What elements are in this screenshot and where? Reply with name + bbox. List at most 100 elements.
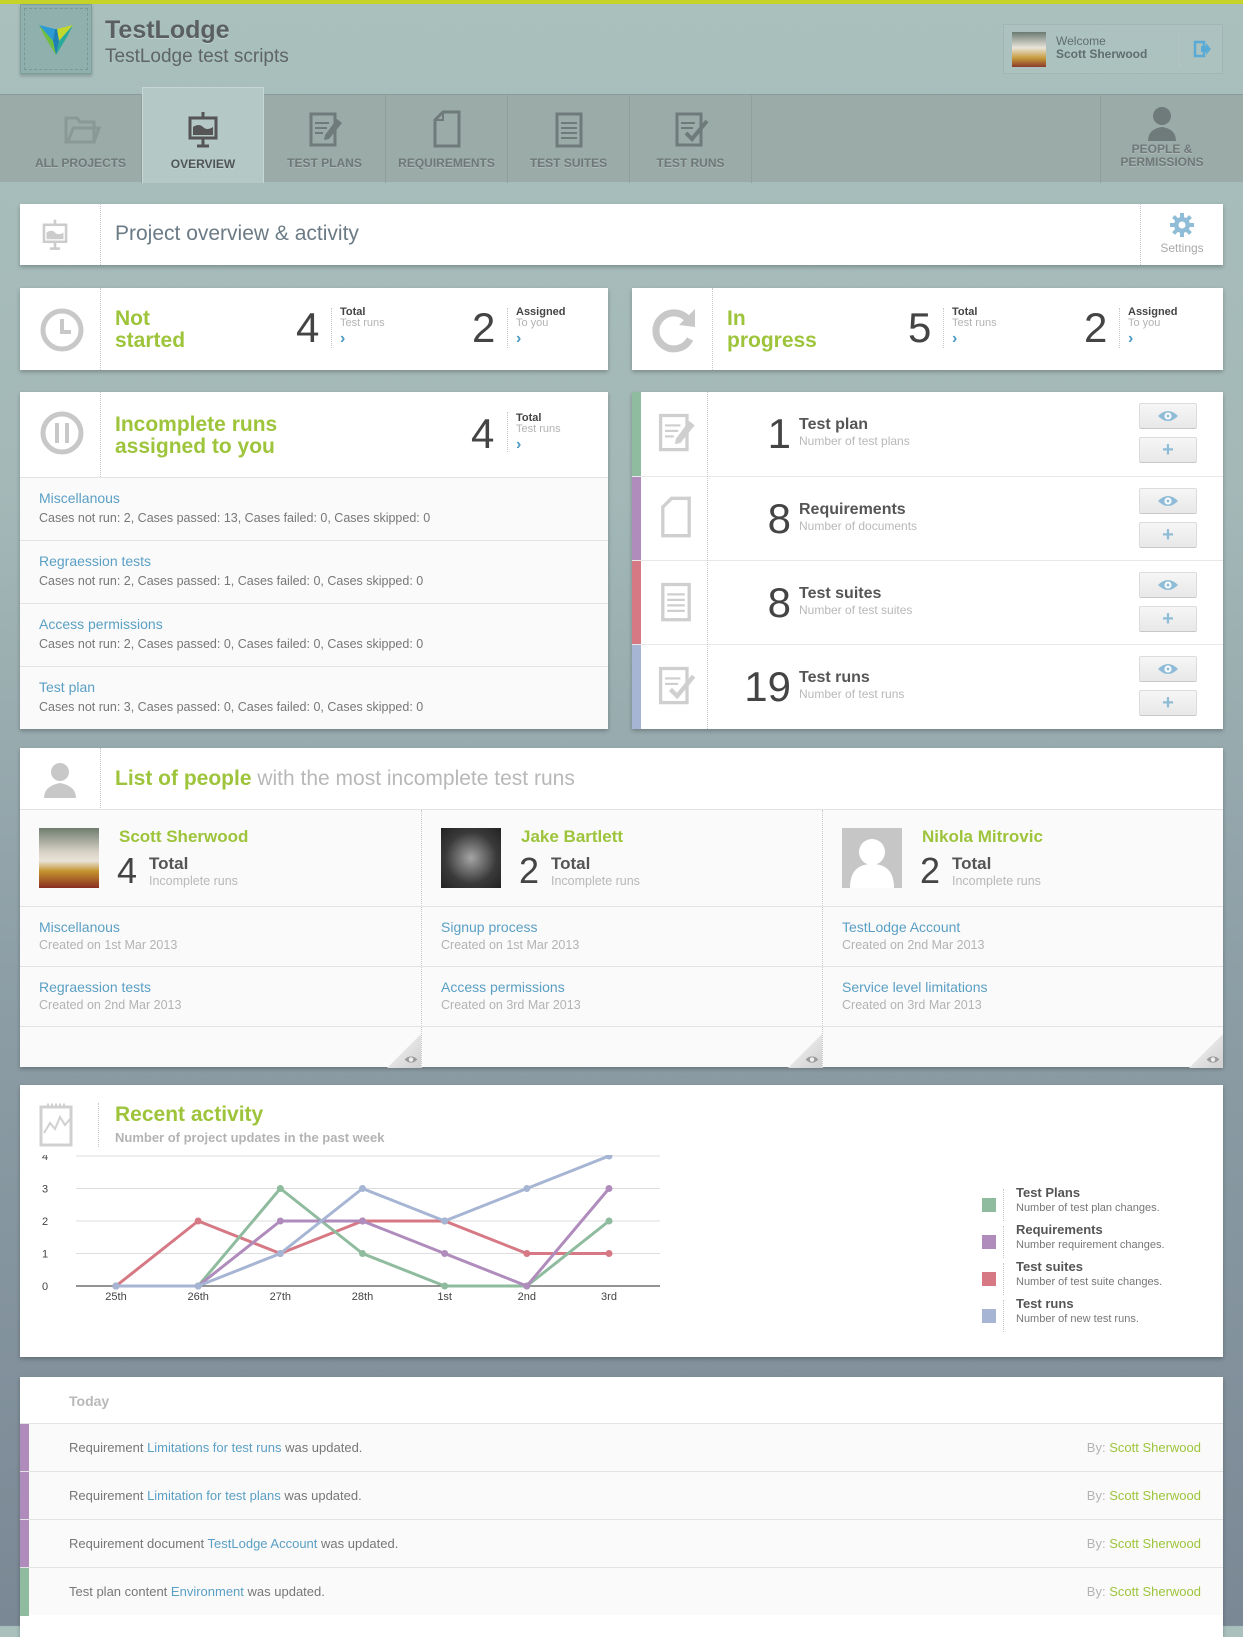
chevron-right-icon[interactable]: › [952,330,957,348]
view-button[interactable] [1139,572,1197,598]
in-progress-total-count[interactable]: 5 [908,304,931,352]
nav-overview[interactable]: OVERVIEW [142,87,264,183]
person-run-item: Regraession tests Created on 2nd Mar 2013 [20,966,421,1026]
person-avatar[interactable] [441,828,501,888]
chevron-right-icon[interactable]: › [516,330,521,348]
chevron-right-icon[interactable]: › [1128,330,1133,348]
chevron-right-icon[interactable]: › [340,330,345,348]
activity-link[interactable]: TestLodge Account [208,1536,318,1551]
settings-button[interactable]: Settings [1141,204,1223,265]
person-name[interactable]: Jake Bartlett [521,827,623,847]
notepad-icon [555,112,582,148]
plus-icon: + [1162,692,1174,714]
person-name[interactable]: Nikola Mitrovic [922,827,1043,847]
chart-legend: Test Plans Number of test plan changes. Re… [980,1185,1210,1345]
person-run-link[interactable]: Miscellanous [39,919,120,935]
nav-test-plans[interactable]: TEST PLANS [264,95,386,183]
y-tick-label: 2 [42,1216,48,1228]
not-started-card: Not started 4 Total Test runs › 2 Assigne… [20,288,608,370]
person-run-item: TestLodge Account Created on 2nd Mar 2013 [823,906,1223,966]
by-label: By: [1086,1440,1106,1455]
person-total-sub: Incomplete runs [149,874,238,888]
view-button[interactable] [1139,656,1197,682]
eye-icon [1158,580,1178,590]
person-icon [44,763,76,798]
in-progress-assigned-count[interactable]: 2 [1084,304,1107,352]
count-value: 8 [767,579,791,626]
view-all-corner-button[interactable] [788,1034,822,1068]
eye-icon [805,1056,819,1063]
count-row: 19 Test runs Number of test runs + [632,644,1223,729]
activity-user[interactable]: Scott Sherwood [1109,1488,1201,1503]
category-color-bar [632,561,641,645]
app-title: TestLodge [105,16,230,44]
activity-link[interactable]: Limitations for test runs [147,1440,281,1455]
project-logo[interactable] [20,4,92,74]
x-tick-label: 1st [437,1291,452,1303]
activity-link[interactable]: Environment [171,1584,244,1599]
add-button[interactable]: + [1139,690,1197,716]
activity-user[interactable]: Scott Sherwood [1109,1584,1201,1599]
activity-feed-card: Today Requirement Limitations for test r… [20,1377,1223,1637]
user-name[interactable]: Scott Sherwood [1056,47,1147,61]
activity-item: Requirement document TestLodge Account w… [20,1519,1223,1568]
count-label: Test runs [799,669,870,686]
chevron-right-icon[interactable]: › [516,436,521,454]
nav-people-permissions[interactable]: PEOPLE & PERMISSIONS [1100,95,1223,183]
activity-link[interactable]: Limitation for test plans [147,1488,281,1503]
person-run-created: Created on 2nd Mar 2013 [842,938,985,952]
person-run-link[interactable]: Access permissions [441,979,565,995]
not-started-total-count[interactable]: 4 [296,304,319,352]
y-tick-label: 1 [42,1249,48,1261]
legend-description: Number of new test runs. [1016,1313,1139,1325]
person-run-link[interactable]: Signup process [441,919,538,935]
incomplete-run-link[interactable]: Miscellanous [39,490,120,506]
incomplete-run-link[interactable]: Access permissions [39,616,163,632]
logout-icon[interactable] [1192,39,1212,59]
not-started-assigned-count[interactable]: 2 [472,304,495,352]
user-avatar[interactable] [1012,32,1046,67]
view-button[interactable] [1139,403,1197,429]
data-point [359,1250,366,1257]
gear-icon [1170,213,1194,237]
person-total-label: Total [952,854,992,873]
person-run-created: Created on 1st Mar 2013 [39,938,178,952]
nav-test-runs[interactable]: TEST RUNS [630,95,752,183]
incomplete-run-link[interactable]: Regraession tests [39,553,151,569]
activity-line-chart: 0 1 2 3 4 25th 26th 27th 28th 1st 2nd 3rd [42,1155,660,1303]
person-avatar[interactable] [842,828,902,888]
notepad-chart-icon [39,1103,73,1147]
add-button[interactable]: + [1139,522,1197,548]
nav-all-projects[interactable]: ALL PROJECTS [20,95,142,183]
plus-icon: + [1162,608,1174,630]
data-point [523,1185,531,1192]
add-button[interactable]: + [1139,606,1197,632]
person-run-link[interactable]: Service level limitations [842,979,988,995]
legend-description: Number requirement changes. [1016,1239,1165,1251]
legend-swatch [982,1272,996,1286]
view-button[interactable] [1139,488,1197,514]
person-run-link[interactable]: TestLodge Account [842,919,960,935]
incomplete-run-detail: Cases not run: 2, Cases passed: 13, Case… [39,511,431,525]
activity-prefix: Requirement document [69,1536,205,1551]
person-avatar[interactable] [39,828,99,888]
person-column: Jake Bartlett 2 Total Incomplete runs Signup… [421,810,822,1068]
view-all-corner-button[interactable] [387,1034,421,1068]
person-run-link[interactable]: Regraession tests [39,979,151,995]
activity-user[interactable]: Scott Sherwood [1109,1536,1201,1551]
incomplete-run-item: Regraession tests Cases not run: 2, Cases… [20,540,608,603]
nav-requirements[interactable]: REQUIREMENTS [386,95,508,183]
incomplete-total-count[interactable]: 4 [471,410,494,458]
activity-user[interactable]: Scott Sherwood [1109,1440,1201,1455]
incomplete-run-link[interactable]: Test plan [39,679,95,695]
data-point [194,1282,202,1290]
people-card: List of people with the most incomplete … [20,748,1223,1068]
person-name[interactable]: Scott Sherwood [119,827,248,847]
person-run-created: Created on 3rd Mar 2013 [842,998,982,1012]
person-total-label: Total [551,854,591,873]
nav-test-suites[interactable]: TEST SUITES [508,95,630,183]
view-all-corner-button[interactable] [1189,1034,1223,1068]
y-tick-label: 4 [42,1155,48,1163]
x-tick-label: 2nd [518,1291,536,1303]
add-button[interactable]: + [1139,437,1197,463]
